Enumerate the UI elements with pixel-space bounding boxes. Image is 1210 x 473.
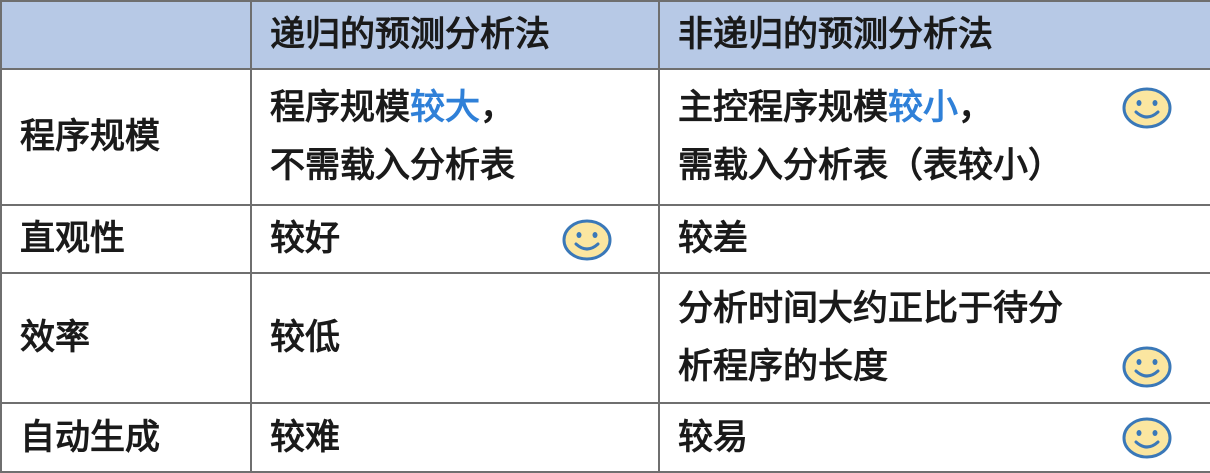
row-label-efficiency: 效率 [0,272,252,404]
cell-nonrecursive-auto-generation: 较易 [658,402,1210,473]
header-corner [0,0,252,70]
highlight-text: 较小 [888,88,959,128]
smiley-icon [1122,346,1172,388]
cell-line: 程序规模较大， [270,79,658,137]
row-label-program-size: 程序规模 [0,68,252,206]
text-post: ， [480,88,516,128]
cell-nonrecursive-efficiency: 分析时间大约正比于待分 析程序的长度 [658,272,1210,404]
cell-recursive-auto-generation: 较难 [250,402,660,473]
text-pre: 主控程序规模 [678,88,889,128]
highlight-text: 较大 [410,88,481,128]
cell-recursive-program-size: 程序规模较大， 不需载入分析表 [250,68,660,206]
header-recursive: 递归的预测分析法 [250,0,660,70]
text-pre: 程序规模 [270,88,411,128]
smiley-icon [562,219,612,261]
header-nonrecursive: 非递归的预测分析法 [658,0,1210,70]
row-label-auto-generation: 自动生成 [0,402,252,473]
comparison-table: 递归的预测分析法 非递归的预测分析法 程序规模 程序规模较大， 不需载入分析表 … [0,0,1210,473]
row-label-intuitiveness: 直观性 [0,204,252,274]
row-auto-generation: 自动生成 较难 较易 [0,402,1210,473]
cell-nonrecursive-intuitiveness: 较差 [658,204,1210,274]
cell-line: 分析时间大约正比于待分 [678,289,1064,329]
smiley-icon [1122,87,1172,129]
header-row: 递归的预测分析法 非递归的预测分析法 [0,0,1210,70]
row-efficiency: 效率 较低 分析时间大约正比于待分 析程序的长度 [0,272,1210,404]
row-program-size: 程序规模 程序规模较大， 不需载入分析表 主控程序规模较小， 需载入分析表（表较… [0,68,1210,206]
cell-recursive-intuitiveness: 较好 [250,204,660,274]
cell-line: 不需载入分析表 [270,146,516,186]
cell-line: 需载入分析表（表较小） [678,146,1064,186]
cell-recursive-efficiency: 较低 [250,272,660,404]
cell-nonrecursive-program-size: 主控程序规模较小， 需载入分析表（表较小） [658,68,1210,206]
cell-text: 较好 [270,219,341,259]
cell-text: 较易 [678,417,749,458]
row-intuitiveness: 直观性 较好 较差 [0,204,1210,274]
text-post: ， [958,88,994,128]
smiley-icon [1122,417,1172,459]
